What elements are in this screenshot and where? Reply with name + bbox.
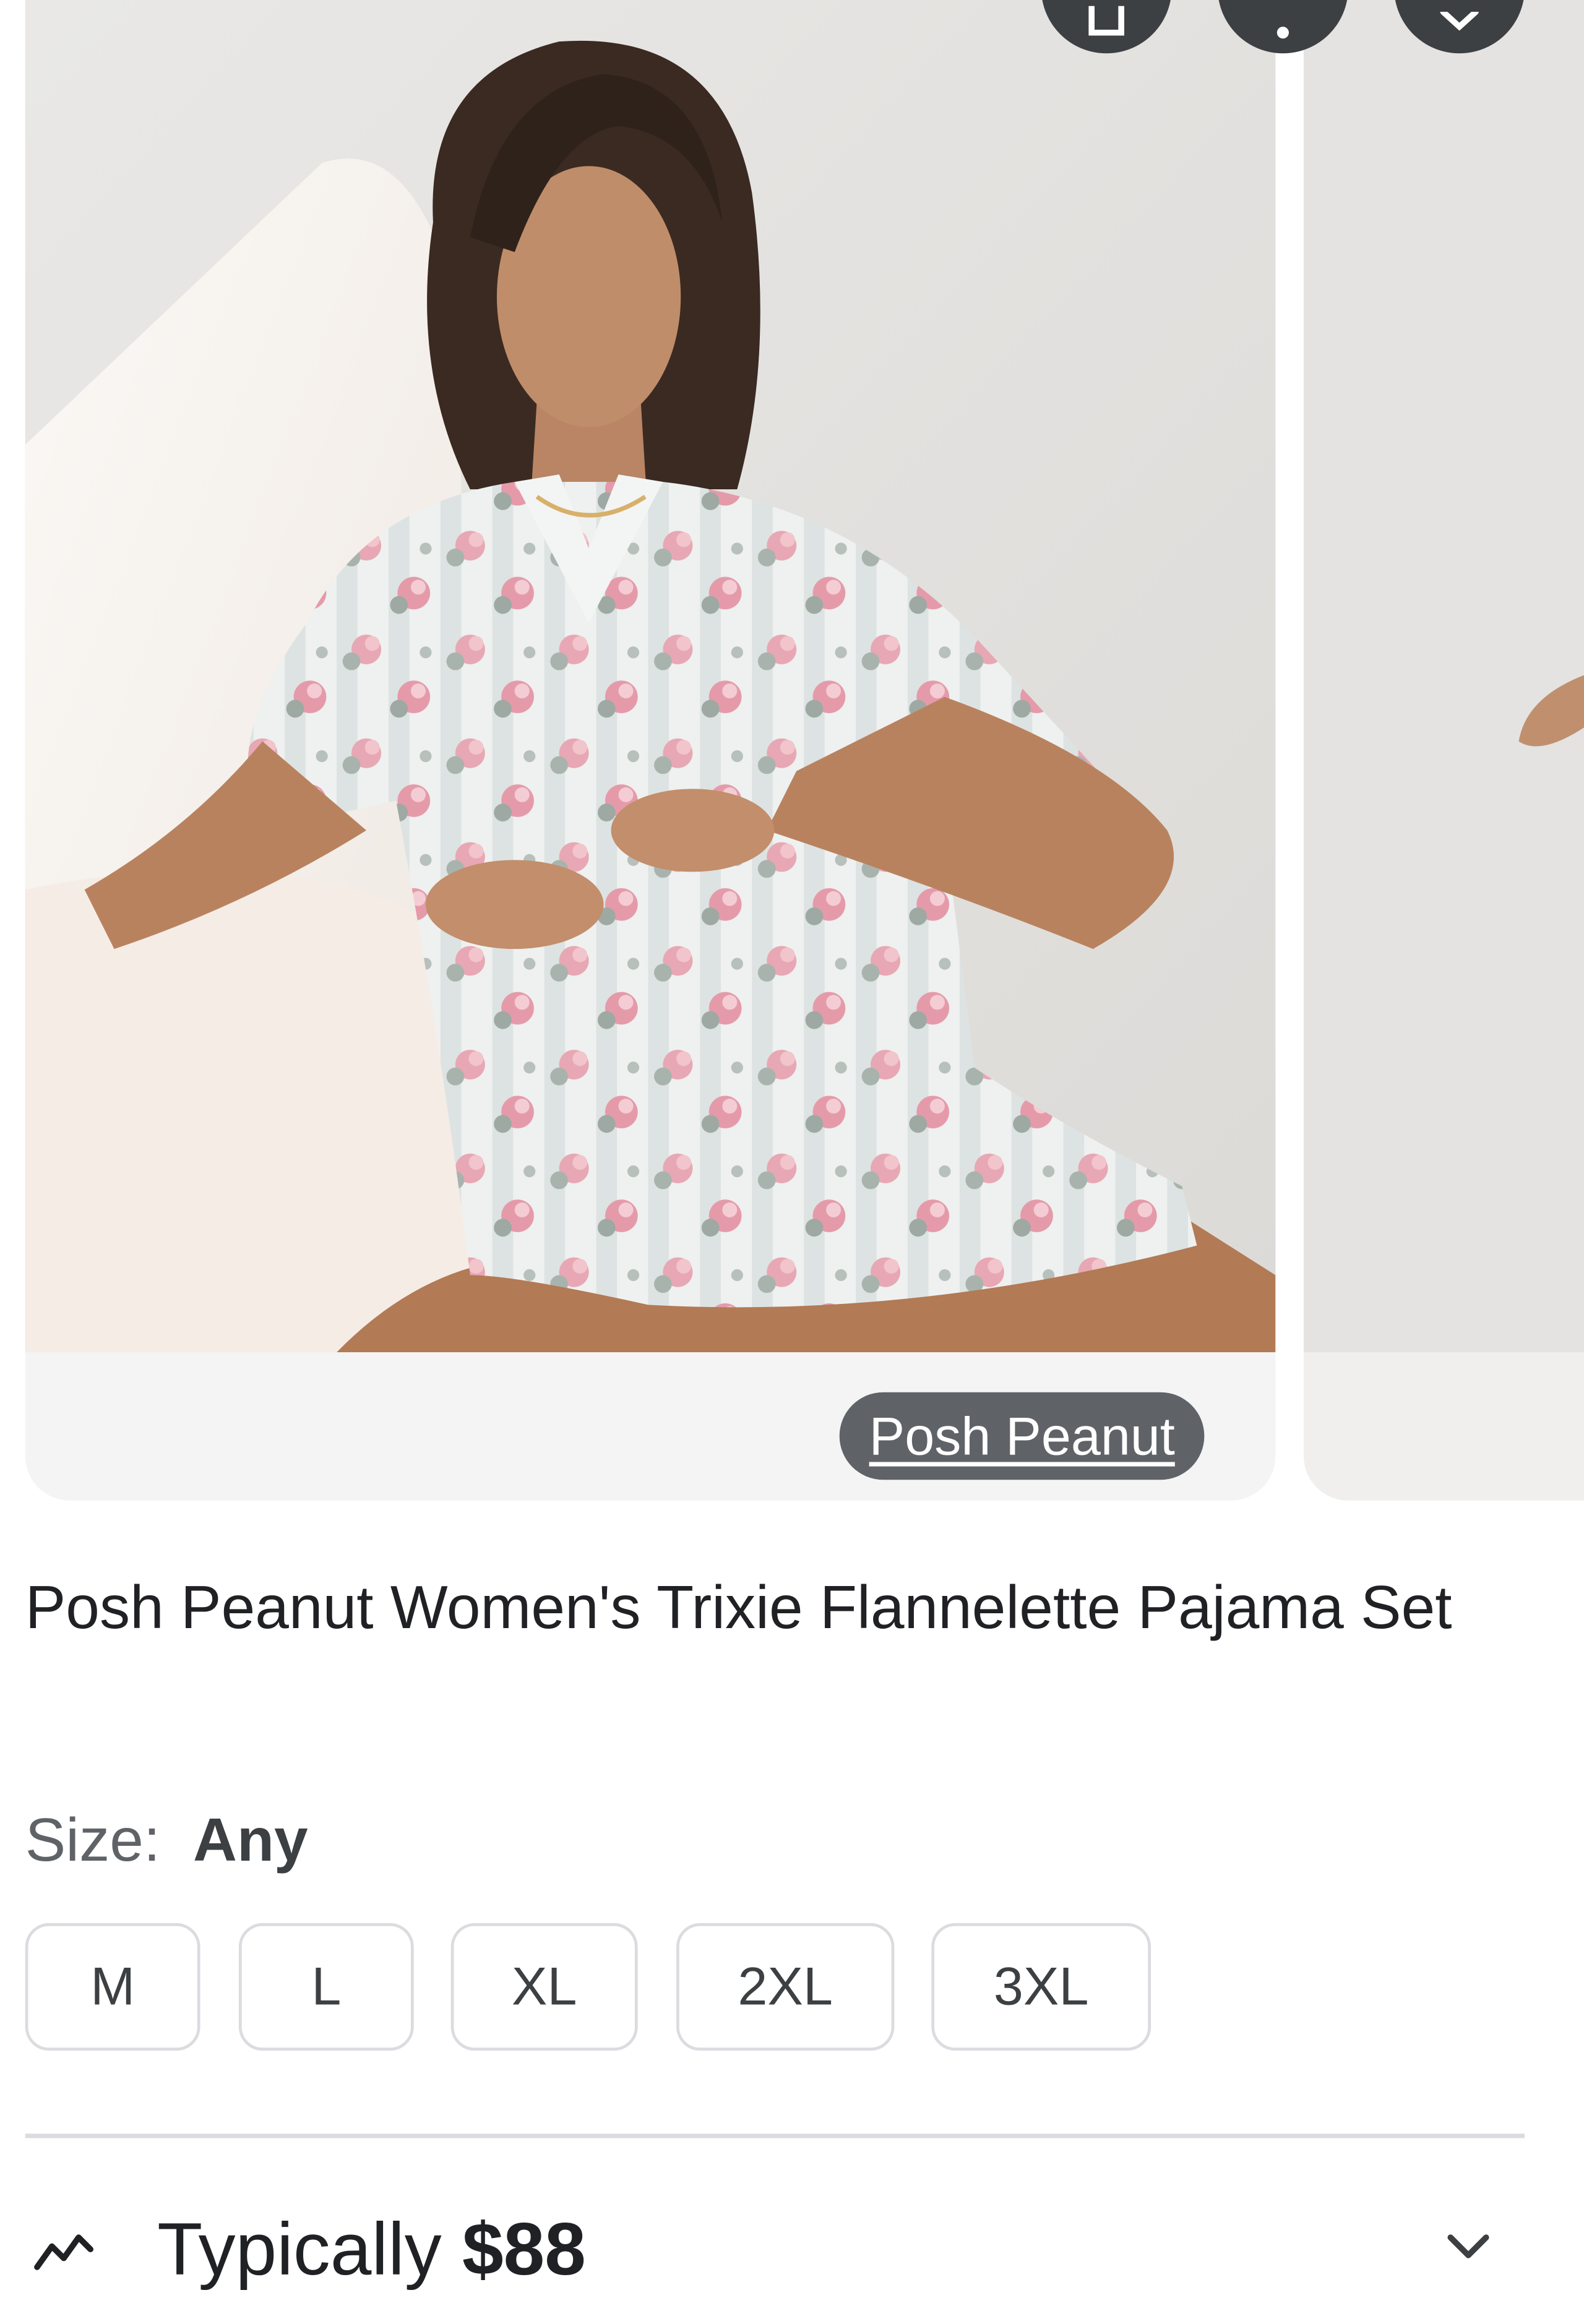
source-link-chip[interactable]: Posh Peanut xyxy=(839,1392,1205,1480)
trending-line-icon xyxy=(34,2234,94,2270)
size-option-2xl[interactable]: 2XL xyxy=(676,1923,895,2051)
size-option-3xl[interactable]: 3XL xyxy=(931,1923,1151,2051)
price-value: $88 xyxy=(462,2208,587,2291)
divider xyxy=(25,2133,1525,2138)
more-vert-icon xyxy=(1276,27,1289,39)
price-prefix: Typically xyxy=(157,2208,442,2291)
chevron-down-icon[interactable] xyxy=(1442,2229,1495,2265)
next-product-photo[interactable] xyxy=(1303,0,1584,1353)
image-carousel[interactable]: Posh Peanut xyxy=(0,0,1584,1505)
next-image-card[interactable] xyxy=(1303,0,1584,1501)
size-option-l[interactable]: L xyxy=(238,1923,414,2051)
next-photo-image xyxy=(1303,0,1584,1353)
product-image-card[interactable] xyxy=(25,0,1276,1501)
size-selector-label: Size: Any xyxy=(25,1799,308,1882)
size-option-xl[interactable]: XL xyxy=(450,1923,638,2051)
share-icon xyxy=(1088,6,1124,36)
product-photo[interactable] xyxy=(25,0,1276,1353)
product-title: Posh Peanut Women's Trixie Flannelette P… xyxy=(25,1573,1452,1642)
price-insights-row[interactable]: Typically $88 xyxy=(0,2180,1584,2321)
model-in-floral-pajamas-image xyxy=(25,0,1276,1353)
close-icon xyxy=(1440,12,1479,31)
size-selected-value: Any xyxy=(192,1806,308,1874)
size-label: Size: xyxy=(25,1806,161,1874)
size-option-m[interactable]: M xyxy=(25,1923,200,2051)
product-details-page: Posh Peanut Posh Peanut Women's Trixie F… xyxy=(0,0,1584,2321)
typical-price: Typically $88 xyxy=(157,2200,586,2298)
